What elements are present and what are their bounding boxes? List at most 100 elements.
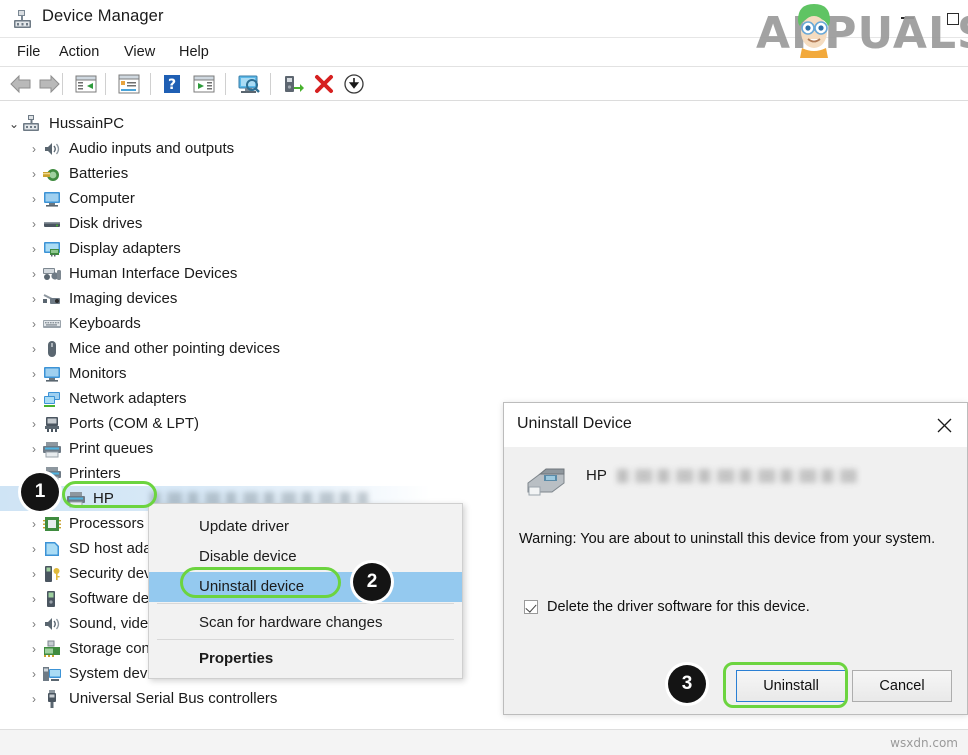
tree-item-label: Audio inputs and outputs xyxy=(69,140,235,157)
dialog-title: Uninstall Device xyxy=(517,415,632,432)
menu-view[interactable]: View xyxy=(115,38,164,67)
tree-item-label: Ports (COM & LPT) xyxy=(69,415,200,432)
chevron-right-icon[interactable]: › xyxy=(26,617,42,631)
device-manager-icon xyxy=(12,8,34,30)
tree-item-printers[interactable]: ⌄ Printers xyxy=(0,461,500,486)
tree-item-label: Printers xyxy=(69,465,121,482)
tree-item-batteries[interactable]: › Batteries xyxy=(0,161,500,186)
menu-action[interactable]: Action xyxy=(50,38,108,67)
toolbar-separator xyxy=(105,73,106,95)
printer-icon xyxy=(66,490,86,508)
menu-item-update-driver[interactable]: Update driver xyxy=(149,512,462,542)
chevron-down-icon[interactable]: ⌄ xyxy=(6,117,22,131)
menu-item-disable-device[interactable]: Disable device xyxy=(149,542,462,572)
step-badge-1: 1 xyxy=(21,473,59,511)
tree-item-keyboards[interactable]: › Keyboards xyxy=(0,311,500,336)
svg-text:?: ? xyxy=(168,77,176,93)
tree-item-imaging-devices[interactable]: › Imaging devices xyxy=(0,286,500,311)
monitor-icon xyxy=(42,190,62,208)
properties-icon[interactable] xyxy=(117,73,141,95)
tree-item-print-queues[interactable]: › Print queues xyxy=(0,436,500,461)
minimize-button[interactable] xyxy=(884,0,930,38)
dialog-warning-text: Warning: You are about to uninstall this… xyxy=(519,531,936,547)
tree-item-network-adapters[interactable]: › Network adapters xyxy=(0,386,500,411)
chevron-right-icon[interactable]: › xyxy=(26,317,42,331)
chevron-right-icon[interactable]: › xyxy=(26,517,42,531)
chevron-right-icon[interactable]: › xyxy=(26,267,42,281)
menu-item-properties[interactable]: Properties xyxy=(149,644,462,674)
chevron-right-icon[interactable]: › xyxy=(26,667,42,681)
chevron-right-icon[interactable]: › xyxy=(26,142,42,156)
printer-icon xyxy=(42,440,62,458)
step-badge-3: 3 xyxy=(668,665,706,703)
tree-item-label: Computer xyxy=(69,190,135,207)
toolbar-separator xyxy=(62,73,63,95)
keyboard-icon xyxy=(42,315,62,333)
menu-help[interactable]: Help xyxy=(170,38,218,67)
chevron-right-icon[interactable]: › xyxy=(26,192,42,206)
cancel-button[interactable]: Cancel xyxy=(852,670,952,702)
chevron-right-icon[interactable]: › xyxy=(26,417,42,431)
back-icon[interactable] xyxy=(8,73,34,95)
disable-device-icon[interactable] xyxy=(343,73,365,95)
tree-item-computer[interactable]: › Computer xyxy=(0,186,500,211)
chevron-right-icon[interactable]: › xyxy=(26,592,42,606)
menu-file[interactable]: File xyxy=(8,38,49,67)
software-icon xyxy=(42,590,62,608)
menu-separator xyxy=(157,603,454,604)
close-icon[interactable] xyxy=(921,403,967,447)
tree-item-label: Imaging devices xyxy=(69,290,178,307)
device-manager-window: Device Manager File Action View Help ? ⌄… xyxy=(0,0,968,755)
forward-icon[interactable] xyxy=(36,73,62,95)
scan-hardware-icon[interactable] xyxy=(236,73,262,95)
tree-item-disk-drives[interactable]: › Disk drives xyxy=(0,211,500,236)
update-driver-icon[interactable] xyxy=(192,73,216,95)
chevron-right-icon[interactable]: › xyxy=(26,217,42,231)
chevron-right-icon[interactable]: › xyxy=(26,292,42,306)
tree-item-label: Keyboards xyxy=(69,315,141,332)
delete-driver-checkbox[interactable] xyxy=(524,600,538,614)
uninstall-device-icon[interactable] xyxy=(313,73,335,95)
tree-item-human-interface-devices[interactable]: › Human Interface Devices xyxy=(0,261,500,286)
context-menu: Update driver Disable device Uninstall d… xyxy=(148,503,463,679)
system-icon xyxy=(42,665,62,683)
uninstall-button[interactable]: Uninstall xyxy=(736,670,846,702)
chevron-right-icon[interactable]: › xyxy=(26,692,42,706)
usb-icon xyxy=(42,689,62,708)
tree-item-ports[interactable]: › Ports (COM & LPT) xyxy=(0,411,500,436)
tree-item-display-adapters[interactable]: › Display adapters xyxy=(0,236,500,261)
toolbar: ? xyxy=(0,67,968,101)
chevron-right-icon[interactable]: › xyxy=(26,392,42,406)
chevron-right-icon[interactable]: › xyxy=(26,542,42,556)
tree-item-universal-serial-bus-controllers[interactable]: › Universal Serial Bus controllers xyxy=(0,686,500,711)
monitor-icon xyxy=(42,365,62,383)
chevron-right-icon[interactable]: › xyxy=(26,167,42,181)
delete-driver-checkbox-row[interactable]: Delete the driver software for this devi… xyxy=(524,599,810,615)
disk-icon xyxy=(42,215,62,233)
tree-item-audio-inputs-and-outputs[interactable]: › Audio inputs and outputs xyxy=(0,136,500,161)
tree-item-mice-and-other-pointing-devices[interactable]: › Mice and other pointing devices xyxy=(0,336,500,361)
tree-root-item[interactable]: ⌄ HussainPC xyxy=(0,111,500,136)
chevron-right-icon[interactable]: › xyxy=(26,242,42,256)
network-icon xyxy=(42,390,62,408)
mouse-icon xyxy=(42,340,62,358)
title-bar: Device Manager xyxy=(0,0,968,38)
menu-item-scan-for-hardware-changes[interactable]: Scan for hardware changes xyxy=(149,608,462,638)
tree-item-label: Monitors xyxy=(69,365,127,382)
chevron-right-icon[interactable]: › xyxy=(26,567,42,581)
chevron-right-icon[interactable]: › xyxy=(26,642,42,656)
chevron-right-icon[interactable]: › xyxy=(26,342,42,356)
toolbar-separator xyxy=(150,73,151,95)
delete-driver-checkbox-label: Delete the driver software for this devi… xyxy=(547,599,810,615)
add-legacy-hardware-icon[interactable] xyxy=(281,73,305,95)
help-icon[interactable]: ? xyxy=(161,73,183,95)
chevron-right-icon[interactable]: › xyxy=(26,442,42,456)
tree-item-monitors[interactable]: › Monitors xyxy=(0,361,500,386)
chevron-right-icon[interactable]: › xyxy=(26,367,42,381)
maximize-button[interactable] xyxy=(930,0,968,38)
menu-item-uninstall-device[interactable]: Uninstall device xyxy=(149,572,462,602)
tree-item-label: Print queues xyxy=(69,440,154,457)
step-badge-2: 2 xyxy=(353,563,391,601)
show-hide-tree-icon[interactable] xyxy=(74,73,98,95)
security-icon xyxy=(42,565,62,583)
